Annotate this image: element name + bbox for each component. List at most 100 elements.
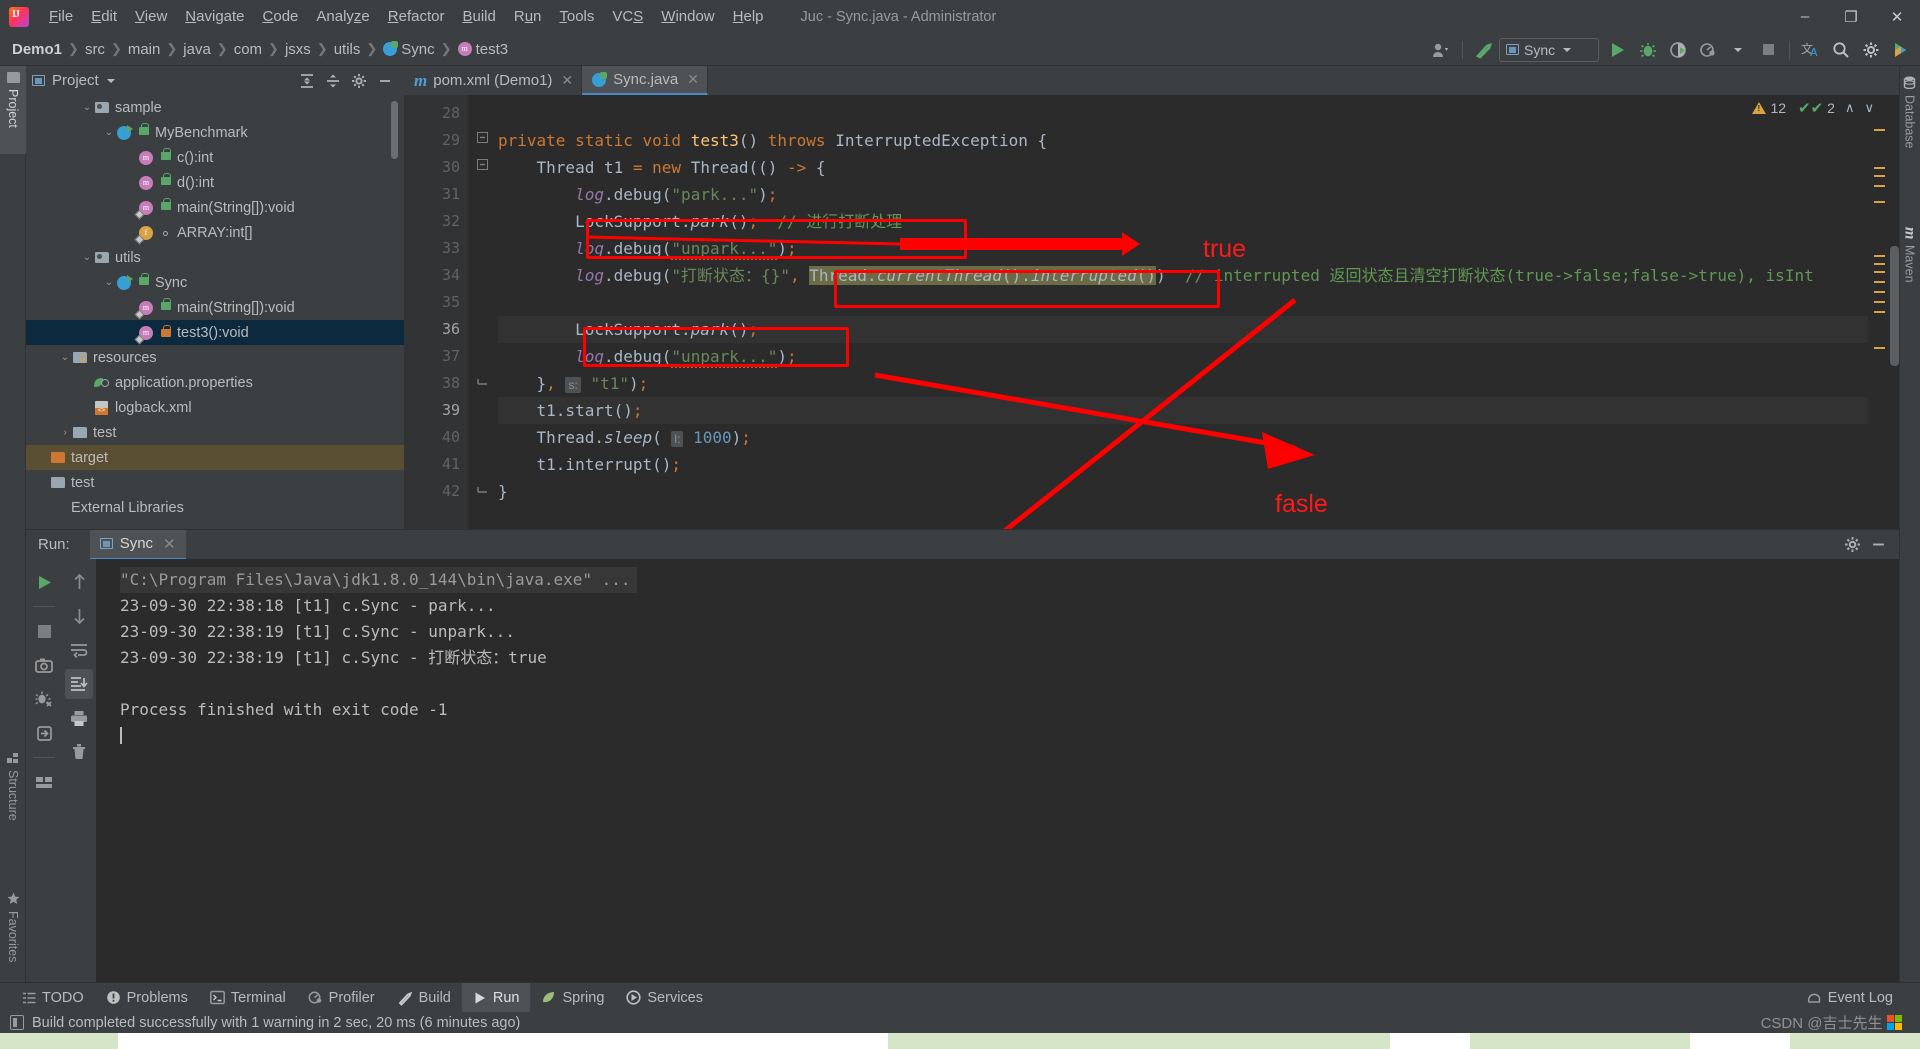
- tree-expand-arrow[interactable]: ·: [36, 452, 50, 463]
- tree-item-test[interactable]: › test: [26, 420, 404, 445]
- tree-item-test3-void[interactable]: ·mtest3():void: [26, 320, 404, 345]
- hide-panel-icon[interactable]: [1865, 533, 1891, 557]
- bottom-item-services[interactable]: Services: [615, 983, 714, 1013]
- sidebar-item-maven[interactable]: m Maven: [1899, 221, 1920, 311]
- code-line[interactable]: log.debug("park...");: [498, 181, 777, 208]
- debug-icon[interactable]: [1633, 37, 1663, 63]
- search-icon[interactable]: [1826, 37, 1856, 63]
- code-line[interactable]: Thread t1 = new Thread(() -> {: [498, 154, 826, 181]
- print-icon[interactable]: [65, 703, 93, 733]
- sidebar-item-structure[interactable]: Structure: [0, 746, 26, 856]
- hide-panel-icon[interactable]: [372, 69, 398, 93]
- tree-item-main-string-void[interactable]: ·mmain(String[]):void: [26, 195, 404, 220]
- breadcrumb-demo1[interactable]: Demo1: [8, 39, 66, 60]
- close-icon[interactable]: ✕: [163, 535, 176, 553]
- run-tab-sync[interactable]: Sync ✕: [89, 529, 186, 560]
- layout-icon[interactable]: [30, 767, 58, 797]
- tree-item-sample[interactable]: ⌄ sample: [26, 95, 404, 120]
- rerun-icon[interactable]: [30, 567, 58, 597]
- tree-expand-arrow[interactable]: ⌄: [102, 127, 116, 138]
- bottom-item-spring[interactable]: Spring: [530, 983, 615, 1013]
- code-fold-icon[interactable]: [476, 127, 488, 154]
- settings-gear-icon[interactable]: [1856, 37, 1886, 63]
- tree-expand-arrow[interactable]: ·: [124, 177, 138, 188]
- project-panel-title[interactable]: Project: [32, 72, 115, 89]
- sidebar-item-database[interactable]: Database: [1899, 70, 1920, 180]
- code-line[interactable]: private static void test3() throws Inter…: [498, 127, 1047, 154]
- tree-item-test[interactable]: · test: [26, 470, 404, 495]
- tree-expand-arrow[interactable]: ·: [124, 152, 138, 163]
- chevron-down-icon[interactable]: [1723, 37, 1753, 63]
- code-fold-icon[interactable]: [476, 370, 488, 397]
- tab-sync-java[interactable]: Sync.java ✕: [582, 66, 708, 95]
- breadcrumb-sync[interactable]: Sync: [379, 39, 438, 60]
- tree-item-c-int[interactable]: ·m c():int: [26, 145, 404, 170]
- prev-problem-icon[interactable]: ∧: [1845, 100, 1855, 116]
- up-icon[interactable]: [65, 567, 93, 597]
- menu-help[interactable]: Help: [724, 0, 773, 33]
- bottom-item-run[interactable]: Run: [461, 982, 531, 1013]
- menu-analyze[interactable]: Analyze: [307, 0, 378, 33]
- trash-icon[interactable]: [65, 737, 93, 767]
- tree-expand-arrow[interactable]: ⌄: [80, 102, 94, 113]
- profiler-icon[interactable]: [1693, 37, 1723, 63]
- event-log-button[interactable]: Event Log: [1796, 983, 1904, 1013]
- code-line[interactable]: }, s: "t1");: [498, 370, 648, 397]
- tree-item-sync[interactable]: ⌄ Sync: [26, 270, 404, 295]
- tree-expand-arrow[interactable]: ›: [58, 427, 72, 438]
- gear-icon[interactable]: [1839, 533, 1865, 557]
- console-output[interactable]: "C:\Program Files\Java\jdk1.8.0_144\bin\…: [96, 559, 1899, 1003]
- menu-code[interactable]: Code: [254, 0, 308, 33]
- restore-layout-icon[interactable]: [30, 718, 58, 748]
- tab-pom-xml[interactable]: m pom.xml (Demo1) ✕: [404, 66, 583, 95]
- minimize-button[interactable]: –: [1782, 0, 1828, 33]
- bottom-item-problems[interactable]: Problems: [95, 983, 199, 1013]
- tree-expand-arrow[interactable]: ·: [36, 502, 50, 513]
- breadcrumb-src[interactable]: src: [81, 39, 109, 60]
- editor-code[interactable]: private static void test3() throws Inter…: [498, 95, 1868, 529]
- run-configuration-selector[interactable]: Sync: [1499, 37, 1599, 62]
- bottom-item-terminal[interactable]: Terminal: [199, 983, 297, 1013]
- breadcrumb-utils[interactable]: utils: [330, 39, 365, 60]
- code-line[interactable]: }: [498, 478, 508, 505]
- plugin-icon[interactable]: [1886, 37, 1916, 63]
- close-button[interactable]: ✕: [1874, 0, 1920, 33]
- code-line[interactable]: Thread.sleep( l: 1000);: [498, 424, 751, 451]
- editor-vertical-scrollbar[interactable]: [1890, 246, 1899, 366]
- scroll-to-end-icon[interactable]: [65, 669, 93, 699]
- screenshot-icon[interactable]: [30, 650, 58, 680]
- breadcrumb-com[interactable]: com: [230, 39, 266, 60]
- user-icon[interactable]: [1426, 37, 1456, 63]
- run-with-coverage-icon[interactable]: [1663, 37, 1693, 63]
- next-problem-icon[interactable]: ∨: [1864, 100, 1874, 116]
- project-tree[interactable]: ⌄sample⌄MyBenchmark·mc():int·md():int·mm…: [26, 95, 404, 529]
- bottom-item-build[interactable]: Build: [386, 983, 462, 1013]
- breadcrumb-main[interactable]: main: [124, 39, 165, 60]
- tree-item-array-int[interactable]: ·fARRAY:int[]: [26, 220, 404, 245]
- breadcrumb-java[interactable]: java: [179, 39, 215, 60]
- tree-expand-arrow[interactable]: ⌄: [102, 277, 116, 288]
- maximize-button[interactable]: ❐: [1828, 0, 1874, 33]
- down-icon[interactable]: [65, 601, 93, 631]
- editor-gutter[interactable]: 28 29 30 31 32 33 34 35 36 37 38 39 40 41 42: [404, 95, 468, 529]
- menu-view[interactable]: View: [126, 0, 176, 33]
- tree-item-target[interactable]: · target: [26, 445, 404, 470]
- menu-refactor[interactable]: Refactor: [379, 0, 454, 33]
- tree-item-resources[interactable]: ⌄ resources: [26, 345, 404, 370]
- stop-icon[interactable]: [1753, 37, 1783, 63]
- tree-scrollbar[interactable]: [391, 101, 398, 159]
- expand-all-icon[interactable]: [294, 69, 320, 93]
- tree-item-mybenchmark[interactable]: ⌄ MyBenchmark: [26, 120, 404, 145]
- tree-item-utils[interactable]: ⌄ utils: [26, 245, 404, 270]
- soft-wrap-icon[interactable]: [65, 635, 93, 665]
- breadcrumb-jsxs[interactable]: jsxs: [281, 39, 315, 60]
- menu-edit[interactable]: Edit: [82, 0, 126, 33]
- bottom-item-profiler[interactable]: Profiler: [297, 983, 386, 1013]
- close-icon[interactable]: ✕: [561, 72, 573, 89]
- menu-file[interactable]: File: [40, 0, 82, 33]
- code-fold-icon[interactable]: [476, 478, 488, 505]
- code-line[interactable]: t1.interrupt();: [498, 451, 682, 478]
- menu-window[interactable]: Window: [652, 0, 723, 33]
- menu-navigate[interactable]: Navigate: [176, 0, 253, 33]
- tree-expand-arrow[interactable]: ⌄: [58, 352, 72, 363]
